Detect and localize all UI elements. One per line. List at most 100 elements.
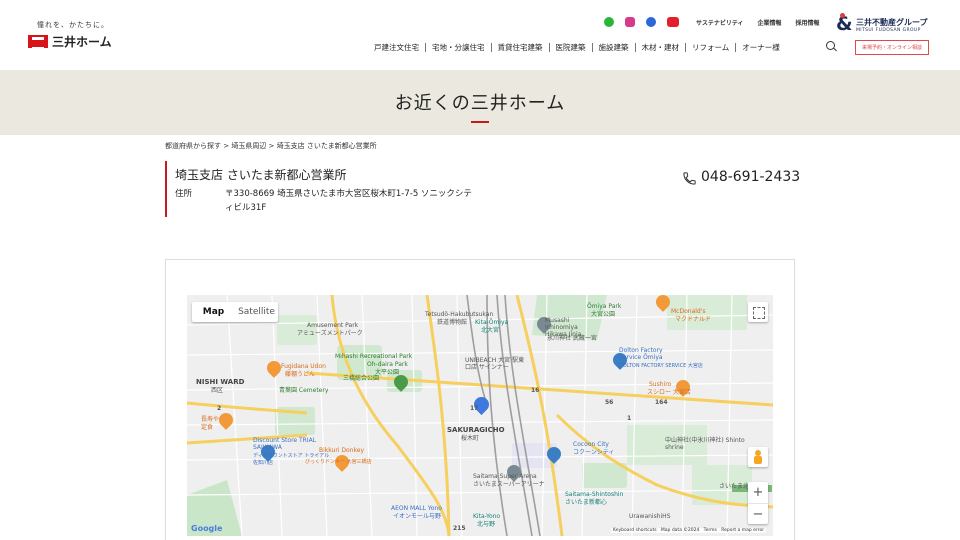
map-label: マクドナルド <box>675 316 712 323</box>
map-label: 鉄道博物館 <box>437 319 468 326</box>
map-label: 北与野 <box>477 521 496 528</box>
map-label: さいたまスーパーアリーナ <box>473 481 545 488</box>
logo-name: 三井ホーム <box>52 35 112 49</box>
zoom-out-button[interactable]: − <box>748 503 768 524</box>
mitsui-fudosan-group-logo[interactable]: & 三井不動産グループ MITSUI FUDOSAN GROUP <box>836 13 936 36</box>
top-link-sustainability[interactable]: サステナビリティ <box>696 18 744 27</box>
report-error-link[interactable]: Report a map error <box>721 528 764 533</box>
logo-tagline: 憧れを、かたちに。 <box>37 21 109 29</box>
map-label: SAKURAGICHO <box>447 426 505 434</box>
map-label: コクーンシティ <box>573 449 615 456</box>
mitsui-home-logo[interactable]: 憧れを、かたちに。 三井ホーム <box>28 20 138 52</box>
map-label: AEON MALL Yono <box>391 505 442 512</box>
map-label: 藤棚うどん <box>285 371 316 378</box>
map-label: McDonald's <box>671 308 706 315</box>
map-label: Fugidana Udon <box>281 363 326 370</box>
map-label: 桜木町 <box>461 435 480 442</box>
page-hero: お近くの三井ホーム <box>0 70 960 135</box>
map-label: 定食 <box>201 424 214 431</box>
address-label: 住所 <box>175 189 193 199</box>
map-label: DOLTON FACTORY SERVICE 大宮店 <box>619 363 703 369</box>
zoom-control: + − <box>748 482 768 524</box>
breadcrumb[interactable]: 都道府県から探す > 埼玉県周辺 > 埼玉支店 さいたま新都心営業所 <box>165 141 377 151</box>
top-link-company[interactable]: 企業情報 <box>758 18 782 27</box>
map-label: 中山神社(中氷川神社) Shinto shrine <box>665 437 745 451</box>
map-label: NISHI WARD <box>196 378 245 386</box>
map-label: Kita-Ōmiya <box>475 319 509 326</box>
top-links: サステナビリティ 企業情報 採用情報 <box>696 18 820 27</box>
map-label: 2 <box>217 405 222 412</box>
map-label: Sushiro <box>649 381 672 388</box>
map-label: Kita-Yono <box>473 513 501 520</box>
map-label: Saitama-Shintoshin <box>565 491 624 498</box>
map-label: 三橋総合公園 <box>343 375 380 382</box>
google-map[interactable]: Amusement Park アミューズメントパーク Fugidana Udon… <box>187 295 773 536</box>
nav-item-land-housing[interactable]: 宅地・分譲住宅 <box>425 43 491 52</box>
map-label: びっくりドンキー 大宮三橋店 <box>305 459 372 465</box>
fullscreen-icon[interactable] <box>748 302 768 322</box>
map-label: Amusement Park <box>307 322 359 329</box>
map-label: 大平公園 <box>375 369 400 376</box>
keyboard-shortcuts-link[interactable]: Keyboard shortcuts <box>613 528 657 533</box>
map-type-satellite-button[interactable]: Satellite <box>235 302 278 322</box>
terms-link[interactable]: Terms <box>704 528 717 533</box>
group-logo-en: MITSUI FUDOSAN GROUP <box>856 28 921 33</box>
map-label: Cocoon City <box>573 441 609 448</box>
phone-icon <box>683 172 696 185</box>
map-attribution: Keyboard shortcuts Map data ©2024 Terms … <box>611 528 767 533</box>
branch-address: 〒330-8669 埼玉県さいたま市大宮区桜木町1-7-5 ソニックシティビル3… <box>225 189 472 213</box>
reserve-button[interactable]: 来場予約・オンライン相談 <box>855 40 929 55</box>
nav-item-lumber[interactable]: 木材・建材 <box>634 43 686 52</box>
map-label: Bikkuri Donkey <box>319 447 364 454</box>
map-label: Oh-daira Park <box>367 361 408 368</box>
nav-item-rental-housing[interactable]: 賃貸住宅建築 <box>490 43 549 52</box>
map-label: 北大宮 <box>481 327 500 334</box>
nav-item-reform[interactable]: リフォーム <box>685 43 735 52</box>
map-label: 164 <box>655 399 668 406</box>
nav-item-custom-home[interactable]: 戸建注文住宅 <box>374 43 425 52</box>
google-logo: Google <box>191 524 223 533</box>
map-label: アミューズメントパーク <box>297 330 363 337</box>
global-nav: 戸建注文住宅 宅地・分譲住宅 賃貸住宅建築 医院建築 施設建築 木材・建材 リフ… <box>374 43 786 52</box>
nav-item-owners[interactable]: オーナー様 <box>735 43 786 52</box>
pegman-icon[interactable] <box>748 447 768 467</box>
nav-item-clinic[interactable]: 医院建築 <box>548 43 592 52</box>
page-title: お近くの三井ホーム <box>394 93 566 114</box>
youtube-icon[interactable] <box>667 17 679 27</box>
map-base <box>187 295 773 536</box>
logo-mark-icon <box>28 35 48 49</box>
map-label: スシロー 大宮店 <box>647 389 691 396</box>
map-label: UrawanishiHS <box>629 513 671 520</box>
map-type-control: Map Satellite <box>192 302 278 322</box>
facebook-icon[interactable] <box>646 17 656 27</box>
group-logo-jp: 三井不動産グループ <box>856 18 928 27</box>
map-label: Dolton Factory Service Ōmiya <box>619 347 663 361</box>
zoom-in-button[interactable]: + <box>748 482 768 503</box>
map-type-map-button[interactable]: Map <box>192 302 235 322</box>
group-logo-mark-icon: & <box>836 13 853 35</box>
map-label: 215 <box>453 525 466 532</box>
map-label: 長寿や <box>201 416 220 423</box>
instagram-icon[interactable] <box>625 17 635 27</box>
map-label: 16 <box>531 387 540 394</box>
phone-link[interactable]: 048-691-2433 <box>682 169 802 189</box>
map-label: UNIBEACH 大宮 駅東口店 サインナー <box>465 357 525 371</box>
title-underline <box>471 121 489 123</box>
search-icon[interactable] <box>826 41 837 52</box>
map-label: Tetsudō-Hakubutsukan <box>425 311 494 318</box>
map-label: 氷川神社 武蔵一宮 <box>547 335 597 342</box>
top-link-recruit[interactable]: 採用情報 <box>796 18 820 27</box>
map-label: Saitama Super Arena <box>473 473 537 480</box>
map-label: イオンモール与野 <box>393 513 442 520</box>
map-label: 56 <box>605 399 614 406</box>
map-label: さいたま新都心 <box>565 499 607 506</box>
map-label: 大宮公園 <box>591 311 616 318</box>
map-label: Ōmiya Park <box>587 303 622 310</box>
social-links <box>604 17 679 27</box>
line-icon[interactable] <box>604 17 614 27</box>
map-label: 1 <box>627 415 632 422</box>
nav-item-facility[interactable]: 施設建築 <box>591 43 635 52</box>
site-header: 憧れを、かたちに。 三井ホーム サステナビリティ 企業情報 採用情報 & 三井不… <box>0 0 960 70</box>
branch-title: 埼玉支店 さいたま新都心営業所 <box>175 168 347 182</box>
phone-number: 048-691-2433 <box>701 169 801 185</box>
